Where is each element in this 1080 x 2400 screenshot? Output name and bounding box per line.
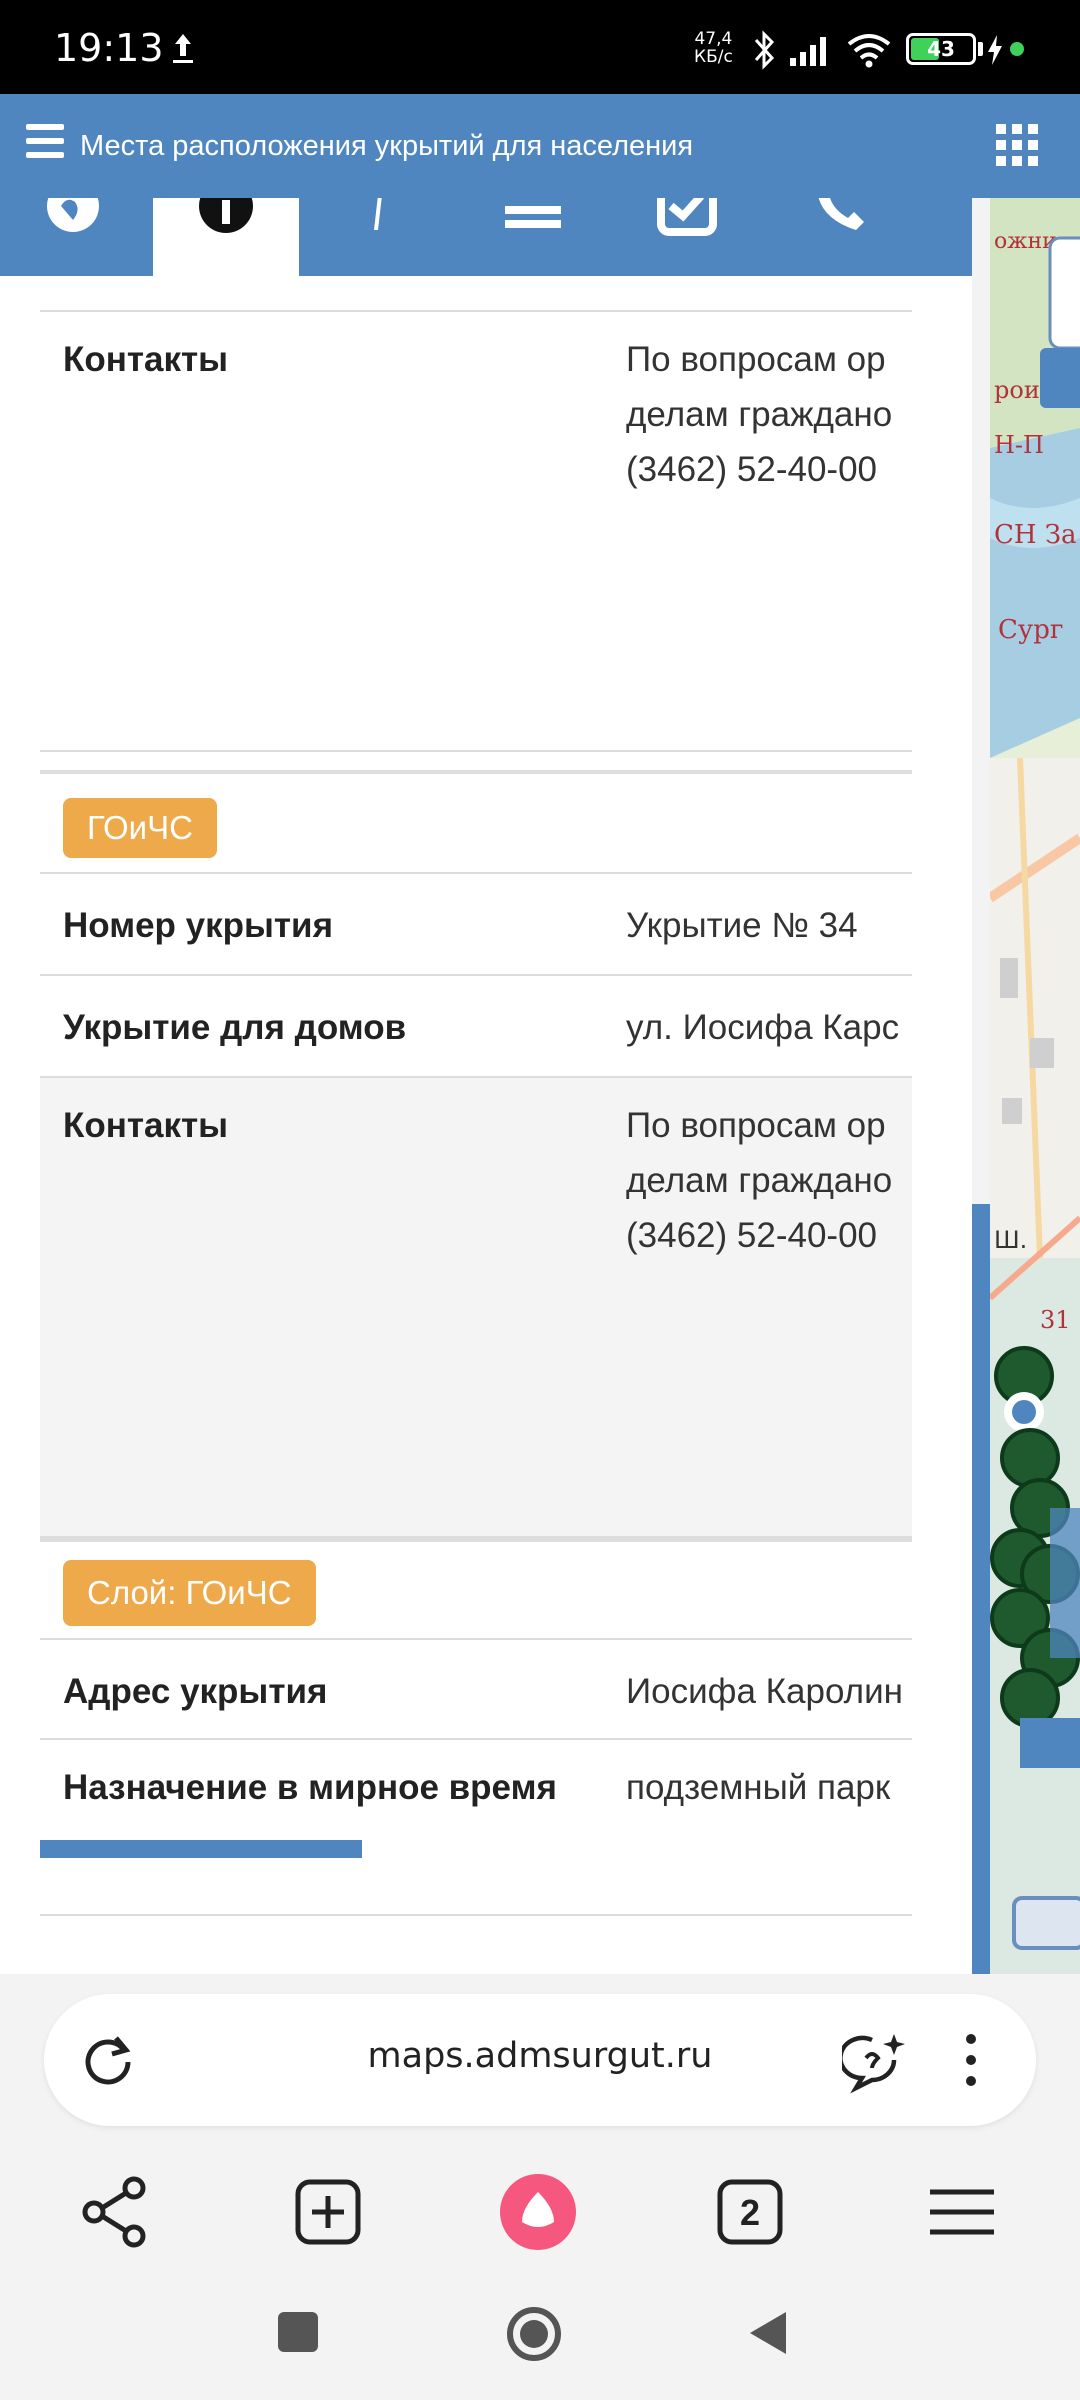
browser-bottom-nav: 2: [0, 2160, 1080, 2260]
battery-icon: 43: [906, 33, 976, 65]
svg-text:Н-П: Н-П: [994, 431, 1044, 459]
tab-phone[interactable]: [767, 198, 913, 276]
row-value: ул. Иосифа Карс: [626, 1008, 900, 1047]
row-value: подземный парк: [626, 1768, 891, 1807]
recent-apps-icon[interactable]: [276, 2310, 320, 2354]
notification-dot-icon: [1010, 42, 1024, 56]
checklist-icon: [657, 198, 717, 236]
row-value: Иосифа Каролин: [626, 1672, 903, 1711]
info-icon: [199, 198, 253, 233]
wifi-icon: [847, 34, 891, 68]
browser-address-bar[interactable]: maps.admsurgut.ru: [44, 1994, 1036, 2126]
row-value: По вопросам ор делам граждано (3462) 52-…: [626, 340, 893, 489]
assistant-chat-icon[interactable]: [842, 2030, 906, 2094]
svg-text:Сург: Сург: [998, 615, 1063, 645]
system-navigation: [0, 2280, 1080, 2380]
new-tab-icon[interactable]: [288, 2172, 368, 2252]
more-options-icon[interactable]: [964, 2032, 978, 2088]
svg-text:СН За: СН За: [994, 520, 1077, 550]
phone-icon: [818, 198, 864, 230]
row-label: Номер укрытия: [63, 906, 333, 945]
back-icon[interactable]: [744, 2308, 792, 2358]
tab-route[interactable]: [307, 198, 453, 276]
row-label: Контакты: [63, 340, 229, 379]
tab-info[interactable]: [153, 198, 299, 276]
table-row: Укрытие для домов ул. Иосифа Карс: [40, 976, 912, 1078]
table-row: Назначение в мирное время подземный парк: [40, 1740, 912, 1836]
row-label: Укрытие для домов: [63, 1008, 407, 1047]
charging-icon: [988, 35, 1002, 65]
route-icon: [374, 198, 382, 230]
status-bar: 19:13 47,4 КБ/с 43: [0, 0, 1080, 94]
table-row-contacts: Контакты По вопросам ор делам граждано (…: [40, 1078, 912, 1538]
svg-text:31: 31: [1040, 1306, 1071, 1334]
layer-badge: ГОиЧС: [63, 798, 217, 858]
tab-check[interactable]: [614, 198, 760, 276]
page-title: Места расположения укрытий для населения: [80, 130, 694, 162]
signal-icon: [790, 37, 826, 66]
tabs-counter-button[interactable]: 2: [710, 2172, 790, 2252]
list-icon: [505, 206, 561, 228]
horizontal-scroll-indicator: [40, 1840, 362, 1858]
bluetooth-icon: [754, 30, 775, 70]
map-view[interactable]: ожни роит Н-П СН За Сург Ш. 31: [990, 198, 1080, 1974]
status-time: 19:13: [54, 26, 164, 70]
section-divider: [40, 1538, 912, 1542]
table-row: [40, 276, 912, 312]
tab-globe[interactable]: [0, 198, 146, 276]
row-label: Адрес укрытия: [63, 1672, 328, 1711]
globe-icon: [47, 198, 99, 232]
row-value: Укрытие № 34: [626, 906, 858, 945]
row-value: По вопросам ор делам граждано (3462) 52-…: [626, 1106, 893, 1255]
tabs-count: 2: [739, 2192, 761, 2233]
svg-text:ожни: ожни: [994, 229, 1057, 254]
tab-strip: [0, 198, 972, 276]
info-popup: Контакты По вопросам ор делам граждано (…: [0, 276, 972, 1974]
svg-text:Ш.: Ш.: [994, 1226, 1027, 1254]
layer-badge: Слой: ГОиЧС: [63, 1560, 316, 1626]
home-icon[interactable]: [504, 2304, 564, 2364]
section-divider: [40, 770, 912, 774]
divider: [40, 1914, 912, 1916]
row-label: Контакты: [63, 1106, 229, 1145]
share-icon[interactable]: [76, 2172, 156, 2252]
table-row: Номер укрытия Укрытие № 34: [40, 874, 912, 976]
table-row: Адрес укрытия Иосифа Каролин: [40, 1638, 912, 1740]
menu-icon[interactable]: [26, 124, 64, 160]
upload-icon: [173, 34, 193, 63]
tab-list[interactable]: [460, 198, 606, 276]
network-speed: 47,4 КБ/с: [694, 29, 733, 67]
map-image: ожни роит Н-П СН За Сург Ш. 31: [990, 198, 1080, 1974]
row-label: Назначение в мирное время: [63, 1768, 557, 1807]
alice-assistant-icon[interactable]: [498, 2172, 578, 2252]
browser-menu-icon[interactable]: [922, 2172, 1002, 2252]
table-row-contacts: Контакты По вопросам ор делам граждано (…: [40, 312, 912, 752]
app-header: Места расположения укрытий для населения: [0, 94, 1080, 198]
apps-grid-icon[interactable]: [996, 124, 1038, 166]
